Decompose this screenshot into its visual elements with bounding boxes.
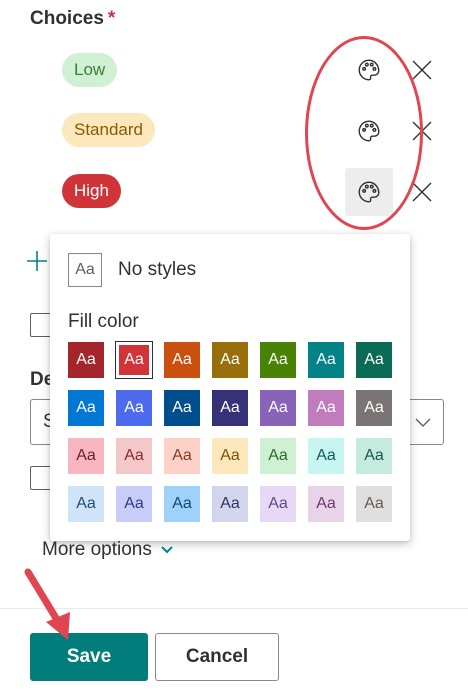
- fill-color-swatch[interactable]: Aa: [68, 342, 104, 378]
- fill-color-swatch[interactable]: Aa: [356, 486, 392, 522]
- no-styles-swatch: Aa: [68, 253, 102, 287]
- fill-color-swatch[interactable]: Aa: [164, 390, 200, 426]
- choice-pill-high[interactable]: High: [62, 174, 121, 208]
- fill-color-swatch[interactable]: Aa: [116, 438, 152, 474]
- fill-color-swatch[interactable]: Aa: [212, 486, 248, 522]
- fill-color-swatch[interactable]: Aa: [356, 390, 392, 426]
- cancel-button[interactable]: Cancel: [155, 633, 279, 681]
- fill-color-swatch[interactable]: Aa: [164, 438, 200, 474]
- required-marker: *: [107, 8, 116, 29]
- fill-color-swatch[interactable]: Aa: [68, 390, 104, 426]
- fill-color-swatch[interactable]: Aa: [260, 342, 296, 378]
- choices-label: Choices *: [30, 8, 116, 29]
- no-styles-label: No styles: [118, 259, 197, 280]
- more-options-button[interactable]: More options: [42, 539, 174, 561]
- fill-color-swatch[interactable]: Aa: [260, 390, 296, 426]
- fill-color-swatch[interactable]: Aa: [212, 342, 248, 378]
- fill-color-swatch[interactable]: Aa: [308, 486, 344, 522]
- fill-color-swatch[interactable]: Aa: [68, 486, 104, 522]
- color-picker-flyout: Aa No styles Fill color Aa Aa Aa Aa Aa Aa Aa Aa…: [50, 234, 410, 541]
- fill-color-swatch[interactable]: Aa: [260, 486, 296, 522]
- fill-color-swatch[interactable]: Aa: [116, 486, 152, 522]
- choice-pill-low[interactable]: Low: [62, 53, 118, 87]
- chevron-down-icon: [161, 546, 173, 554]
- close-icon: [412, 182, 432, 202]
- fill-color-swatch[interactable]: Aa: [356, 342, 392, 378]
- annotation-arrow: [24, 568, 70, 640]
- close-icon: [412, 60, 432, 80]
- choice-pill-standard[interactable]: Standard: [62, 113, 155, 147]
- fill-color-swatch[interactable]: Aa: [212, 438, 248, 474]
- fill-color-swatch[interactable]: Aa: [164, 342, 200, 378]
- fill-color-swatch[interactable]: Aa: [356, 438, 392, 474]
- no-styles-option[interactable]: Aa No styles: [68, 253, 196, 287]
- fill-color-swatch[interactable]: Aa: [164, 486, 200, 522]
- fill-color-swatch[interactable]: Aa: [308, 438, 344, 474]
- fill-color-swatch[interactable]: Aa: [212, 390, 248, 426]
- fill-color-swatch[interactable]: Aa: [308, 390, 344, 426]
- more-options-label: More options: [42, 539, 152, 560]
- chevron-down-icon: [415, 418, 431, 427]
- fill-color-swatch-selected[interactable]: Aa: [115, 341, 153, 379]
- fill-color-swatch[interactable]: Aa: [116, 390, 152, 426]
- fill-color-grid: Aa Aa Aa Aa Aa Aa Aa Aa Aa Aa Aa Aa Aa Aa Aa Aa Aa Aa Aa Aa…: [68, 341, 392, 522]
- fill-color-swatch[interactable]: Aa: [260, 438, 296, 474]
- fill-color-swatch[interactable]: Aa: [68, 438, 104, 474]
- fill-color-swatch[interactable]: Aa: [308, 342, 344, 378]
- annotation-ellipse: [305, 36, 423, 230]
- plus-icon: [27, 251, 47, 271]
- fill-color-label: Fill color: [68, 311, 139, 332]
- add-choice-button[interactable]: [26, 248, 48, 278]
